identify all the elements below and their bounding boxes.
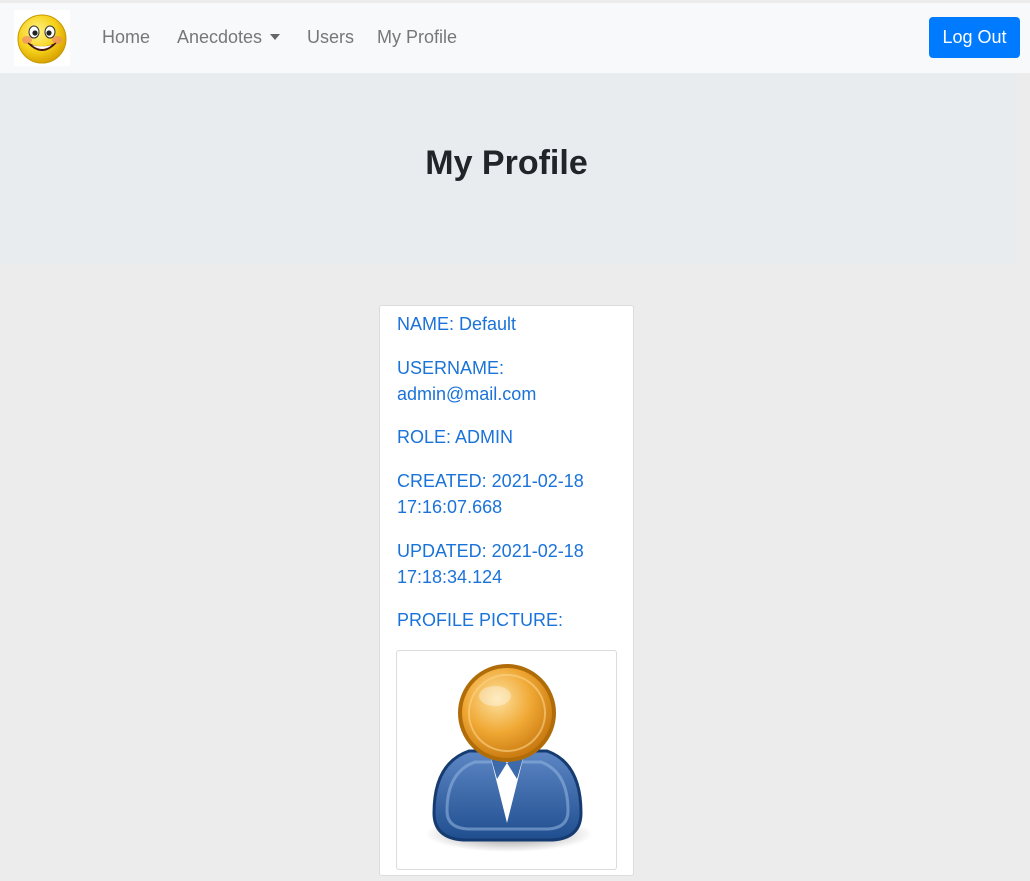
- page-header: My Profile: [0, 73, 1017, 264]
- default-user-avatar-icon: [425, 664, 593, 852]
- profile-name: NAME: Default: [397, 314, 517, 334]
- navbar: Home Anecdotes Users My Profile Log Out: [0, 3, 1030, 73]
- nav-link-home[interactable]: Home: [102, 27, 150, 48]
- profile-created: CREATED: 2021-02-18 17:16:07.668: [397, 471, 584, 517]
- profile-card: NAME: Default USERNAME: admin@mail.com R…: [379, 305, 634, 876]
- logout-button[interactable]: Log Out: [929, 17, 1020, 58]
- caret-down-icon: [270, 33, 281, 40]
- profile-role: ROLE: ADMIN: [397, 427, 514, 447]
- nav-link-my-profile[interactable]: My Profile: [377, 27, 457, 48]
- nav-dropdown-anecdotes[interactable]: Anecdotes: [177, 27, 281, 48]
- nav-dropdown-anecdotes-label: Anecdotes: [177, 27, 263, 47]
- profile-updated: UPDATED: 2021-02-18 17:18:34.124: [397, 541, 584, 587]
- nav-link-users[interactable]: Users: [307, 27, 354, 48]
- smiley-logo-icon[interactable]: [14, 10, 70, 66]
- profile-picture-label: PROFILE PICTURE:: [397, 610, 564, 630]
- profile-picture: [396, 650, 617, 870]
- profile-username: USERNAME: admin@mail.com: [397, 358, 537, 404]
- page-title: My Profile: [425, 144, 588, 182]
